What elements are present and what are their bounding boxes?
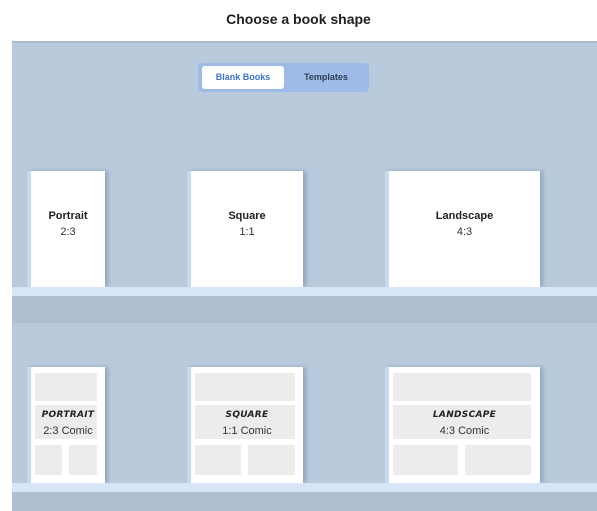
book-type-toggle: Blank Books Templates	[198, 63, 369, 92]
comic-panel-placeholder	[195, 373, 295, 401]
shelf-bottom	[12, 483, 597, 492]
comic-panel-placeholder	[195, 445, 241, 475]
book-square[interactable]: Square 1:1	[187, 171, 303, 287]
bookshelf: Blank Books Templates Portrait 2:3 Squar…	[12, 41, 597, 511]
shelf-top-shadow	[12, 296, 597, 323]
book-name: Landscape	[435, 210, 494, 222]
book-portrait-comic[interactable]: PORTRAIT 2:3 Comic	[27, 367, 105, 483]
shelf-top	[12, 287, 597, 296]
book-ratio: 1:1 Comic	[222, 425, 272, 437]
book-name: PORTRAIT	[41, 410, 95, 420]
book-name: LANDSCAPE	[432, 410, 497, 420]
book-square-comic[interactable]: SQUARE 1:1 Comic	[187, 367, 303, 483]
comic-panel-placeholder	[69, 445, 97, 475]
book-ratio: 2:3 Comic	[43, 425, 93, 437]
tab-templates[interactable]: Templates	[286, 66, 366, 89]
book-portrait[interactable]: Portrait 2:3	[27, 171, 105, 287]
comic-panel-placeholder	[35, 373, 97, 401]
book-ratio: 1:1	[239, 226, 255, 238]
book-landscape-comic[interactable]: LANDSCAPE 4:3 Comic	[385, 367, 540, 483]
comic-panel-placeholder	[35, 445, 62, 475]
tab-blank-books[interactable]: Blank Books	[202, 66, 284, 89]
page-title: Choose a book shape	[226, 11, 371, 27]
book-landscape[interactable]: Landscape 4:3	[385, 171, 540, 287]
comic-panel-placeholder	[248, 445, 295, 475]
book-ratio: 4:3 Comic	[439, 425, 490, 437]
comic-panel-placeholder	[393, 445, 458, 475]
book-name: SQUARE	[225, 410, 269, 420]
comic-panel-placeholder	[393, 373, 531, 401]
book-name: Portrait	[48, 210, 88, 222]
book-ratio: 2:3	[60, 226, 76, 238]
shelf-bottom-shadow	[12, 492, 597, 511]
book-name: Square	[228, 210, 266, 222]
book-ratio: 4:3	[456, 226, 473, 238]
comic-panel-placeholder	[465, 445, 531, 475]
